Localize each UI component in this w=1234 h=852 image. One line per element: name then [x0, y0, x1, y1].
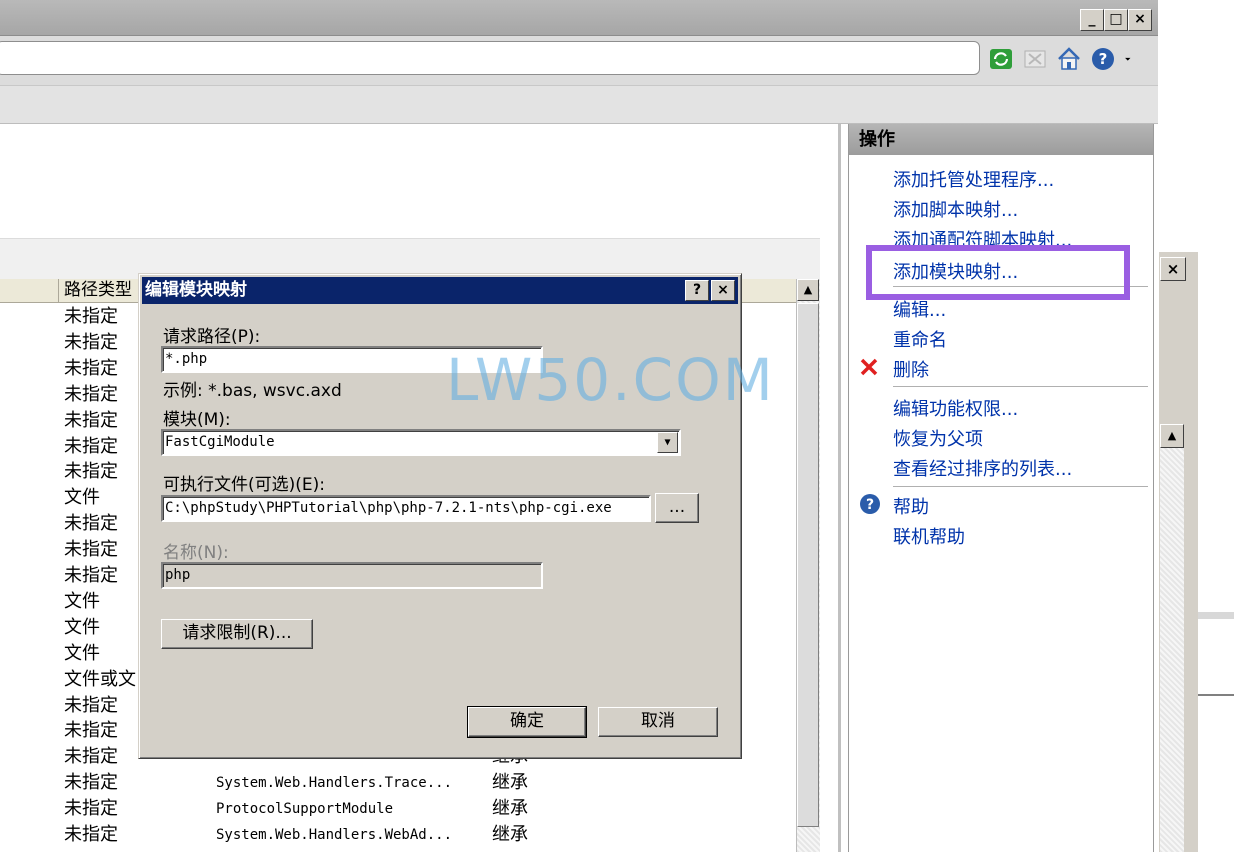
- address-bar: ?: [0, 36, 1158, 86]
- chevron-down-icon[interactable]: [1124, 46, 1138, 72]
- cell-path-type: 未指定: [64, 435, 118, 457]
- help-icon: ?: [860, 494, 880, 514]
- scroll-up-button[interactable]: ▲: [1160, 424, 1184, 448]
- cell-entry-type: 继承: [492, 772, 528, 794]
- action-edit-feature-permissions[interactable]: 编辑功能权限...: [893, 395, 1018, 421]
- table-row[interactable]: 未指定 System.Web.Handlers.Trace... 继承: [0, 770, 796, 796]
- maximize-button[interactable]: □: [1104, 9, 1128, 31]
- browse-button[interactable]: ...: [655, 493, 699, 523]
- name-input[interactable]: php: [161, 562, 543, 589]
- cell-handler: System.Web.Handlers.Trace...: [216, 775, 453, 792]
- actions-pane: 操作 添加托管处理程序... 添加脚本映射... 添加通配符脚本映射... 添加…: [848, 124, 1154, 852]
- background-divider: [1198, 612, 1234, 619]
- cell-path-type: 文件: [64, 642, 100, 664]
- dialog-titlebar: 编辑模块映射 ? ×: [142, 277, 738, 304]
- home-icon[interactable]: [1056, 46, 1082, 72]
- cell-entry-type: 继承: [492, 798, 528, 820]
- cell-path-type: 未指定: [64, 694, 118, 716]
- cell-handler: System.Web.Handlers.WebAd...: [216, 827, 453, 843]
- cell-path-type: 文件: [64, 616, 100, 638]
- background-close-button[interactable]: ×: [1160, 257, 1186, 281]
- window-controls: _ □ ×: [1080, 9, 1152, 31]
- cell-path-type: 未指定: [64, 461, 118, 483]
- list-scrollbar[interactable]: ▲: [796, 279, 820, 852]
- dialog-close-button[interactable]: ×: [711, 280, 735, 301]
- cell-path-type: 文件: [64, 487, 100, 509]
- column-header-path-type[interactable]: 路径类型: [58, 279, 132, 303]
- cell-path-type: 未指定: [64, 824, 118, 845]
- annotation-highlight-box: [866, 245, 1130, 300]
- address-input[interactable]: [0, 41, 980, 75]
- cell-path-type: 未指定: [64, 357, 118, 379]
- cell-path-type: 未指定: [64, 565, 118, 586]
- module-select-value: FastCgiModule: [165, 434, 275, 450]
- cell-path-type: 未指定: [64, 798, 118, 820]
- table-row[interactable]: 未指定 System.Web.Handlers.WebAd... 继承: [0, 822, 796, 848]
- cell-path-type: 文件或文: [64, 668, 136, 690]
- cell-path-type: 未指定: [64, 772, 118, 794]
- ok-button[interactable]: 确定: [467, 706, 587, 738]
- request-path-label: 请求路径(P):: [163, 327, 261, 347]
- actions-separator: [893, 486, 1148, 487]
- executable-label: 可执行文件(可选)(E):: [163, 475, 325, 495]
- cell-path-type: 文件: [64, 590, 100, 612]
- stop-icon[interactable]: [1022, 46, 1048, 72]
- action-add-managed-handler[interactable]: 添加托管处理程序...: [893, 166, 1054, 192]
- cell-path-type: 未指定: [64, 383, 118, 405]
- actions-pane-title: 操作: [849, 124, 1153, 155]
- module-label: 模块(M):: [163, 410, 231, 430]
- action-online-help[interactable]: 联机帮助: [893, 523, 965, 549]
- name-label: 名称(N):: [163, 543, 229, 563]
- request-restrictions-button[interactable]: 请求限制(R)...: [161, 619, 313, 649]
- cell-handler: ProtocolSupportModule: [216, 801, 394, 818]
- executable-input[interactable]: C:\phpStudy\PHPTutorial\php\php-7.2.1-nt…: [161, 495, 651, 522]
- background-scrollbar[interactable]: ▲: [1160, 424, 1184, 852]
- action-delete[interactable]: 删除: [893, 356, 929, 382]
- action-revert-to-parent[interactable]: 恢复为父项: [893, 425, 983, 451]
- svg-text:?: ?: [866, 497, 874, 513]
- scroll-thumb[interactable]: [797, 303, 819, 827]
- cell-path-type: 未指定: [64, 720, 118, 742]
- watermark: LW50.COM: [446, 346, 775, 414]
- dialog-help-button[interactable]: ?: [685, 280, 709, 301]
- minimize-button[interactable]: _: [1080, 9, 1104, 31]
- request-path-example: 示例: *.bas, wsvc.axd: [163, 381, 342, 401]
- cell-path-type: 未指定: [64, 513, 118, 535]
- cell-path-type: 未指定: [64, 746, 118, 768]
- cancel-button[interactable]: 取消: [598, 707, 718, 737]
- refresh-icon[interactable]: [988, 46, 1014, 72]
- action-rename[interactable]: 重命名: [893, 326, 947, 352]
- command-bar: [0, 86, 1158, 124]
- delete-icon: [860, 358, 878, 376]
- cell-path-type: 未指定: [64, 539, 118, 561]
- table-row[interactable]: 未指定 ProtocolSupportModule 继承: [0, 796, 796, 822]
- close-button[interactable]: ×: [1128, 9, 1152, 31]
- svg-text:?: ?: [1099, 50, 1108, 68]
- actions-separator: [893, 386, 1148, 387]
- cell-path-type: 未指定: [64, 331, 118, 353]
- cell-path-type: 未指定: [64, 306, 118, 327]
- action-view-ordered-list[interactable]: 查看经过排序的列表...: [893, 455, 1072, 481]
- cell-path-type: 未指定: [64, 409, 118, 431]
- dialog-title: 编辑模块映射: [145, 280, 247, 300]
- help-icon[interactable]: ?: [1090, 46, 1116, 72]
- action-help[interactable]: 帮助: [893, 493, 929, 519]
- cell-entry-type: 继承: [492, 824, 528, 845]
- scroll-up-button[interactable]: ▲: [797, 279, 819, 301]
- window-titlebar: _ □ ×: [0, 0, 1158, 36]
- chevron-down-icon[interactable]: ▼: [657, 432, 678, 453]
- pane-splitter[interactable]: [838, 124, 841, 852]
- background-divider: [1198, 694, 1234, 696]
- nav-icons: ?: [988, 45, 1138, 73]
- module-select[interactable]: FastCgiModule ▼: [161, 429, 681, 456]
- action-add-script-map[interactable]: 添加脚本映射...: [893, 196, 1018, 222]
